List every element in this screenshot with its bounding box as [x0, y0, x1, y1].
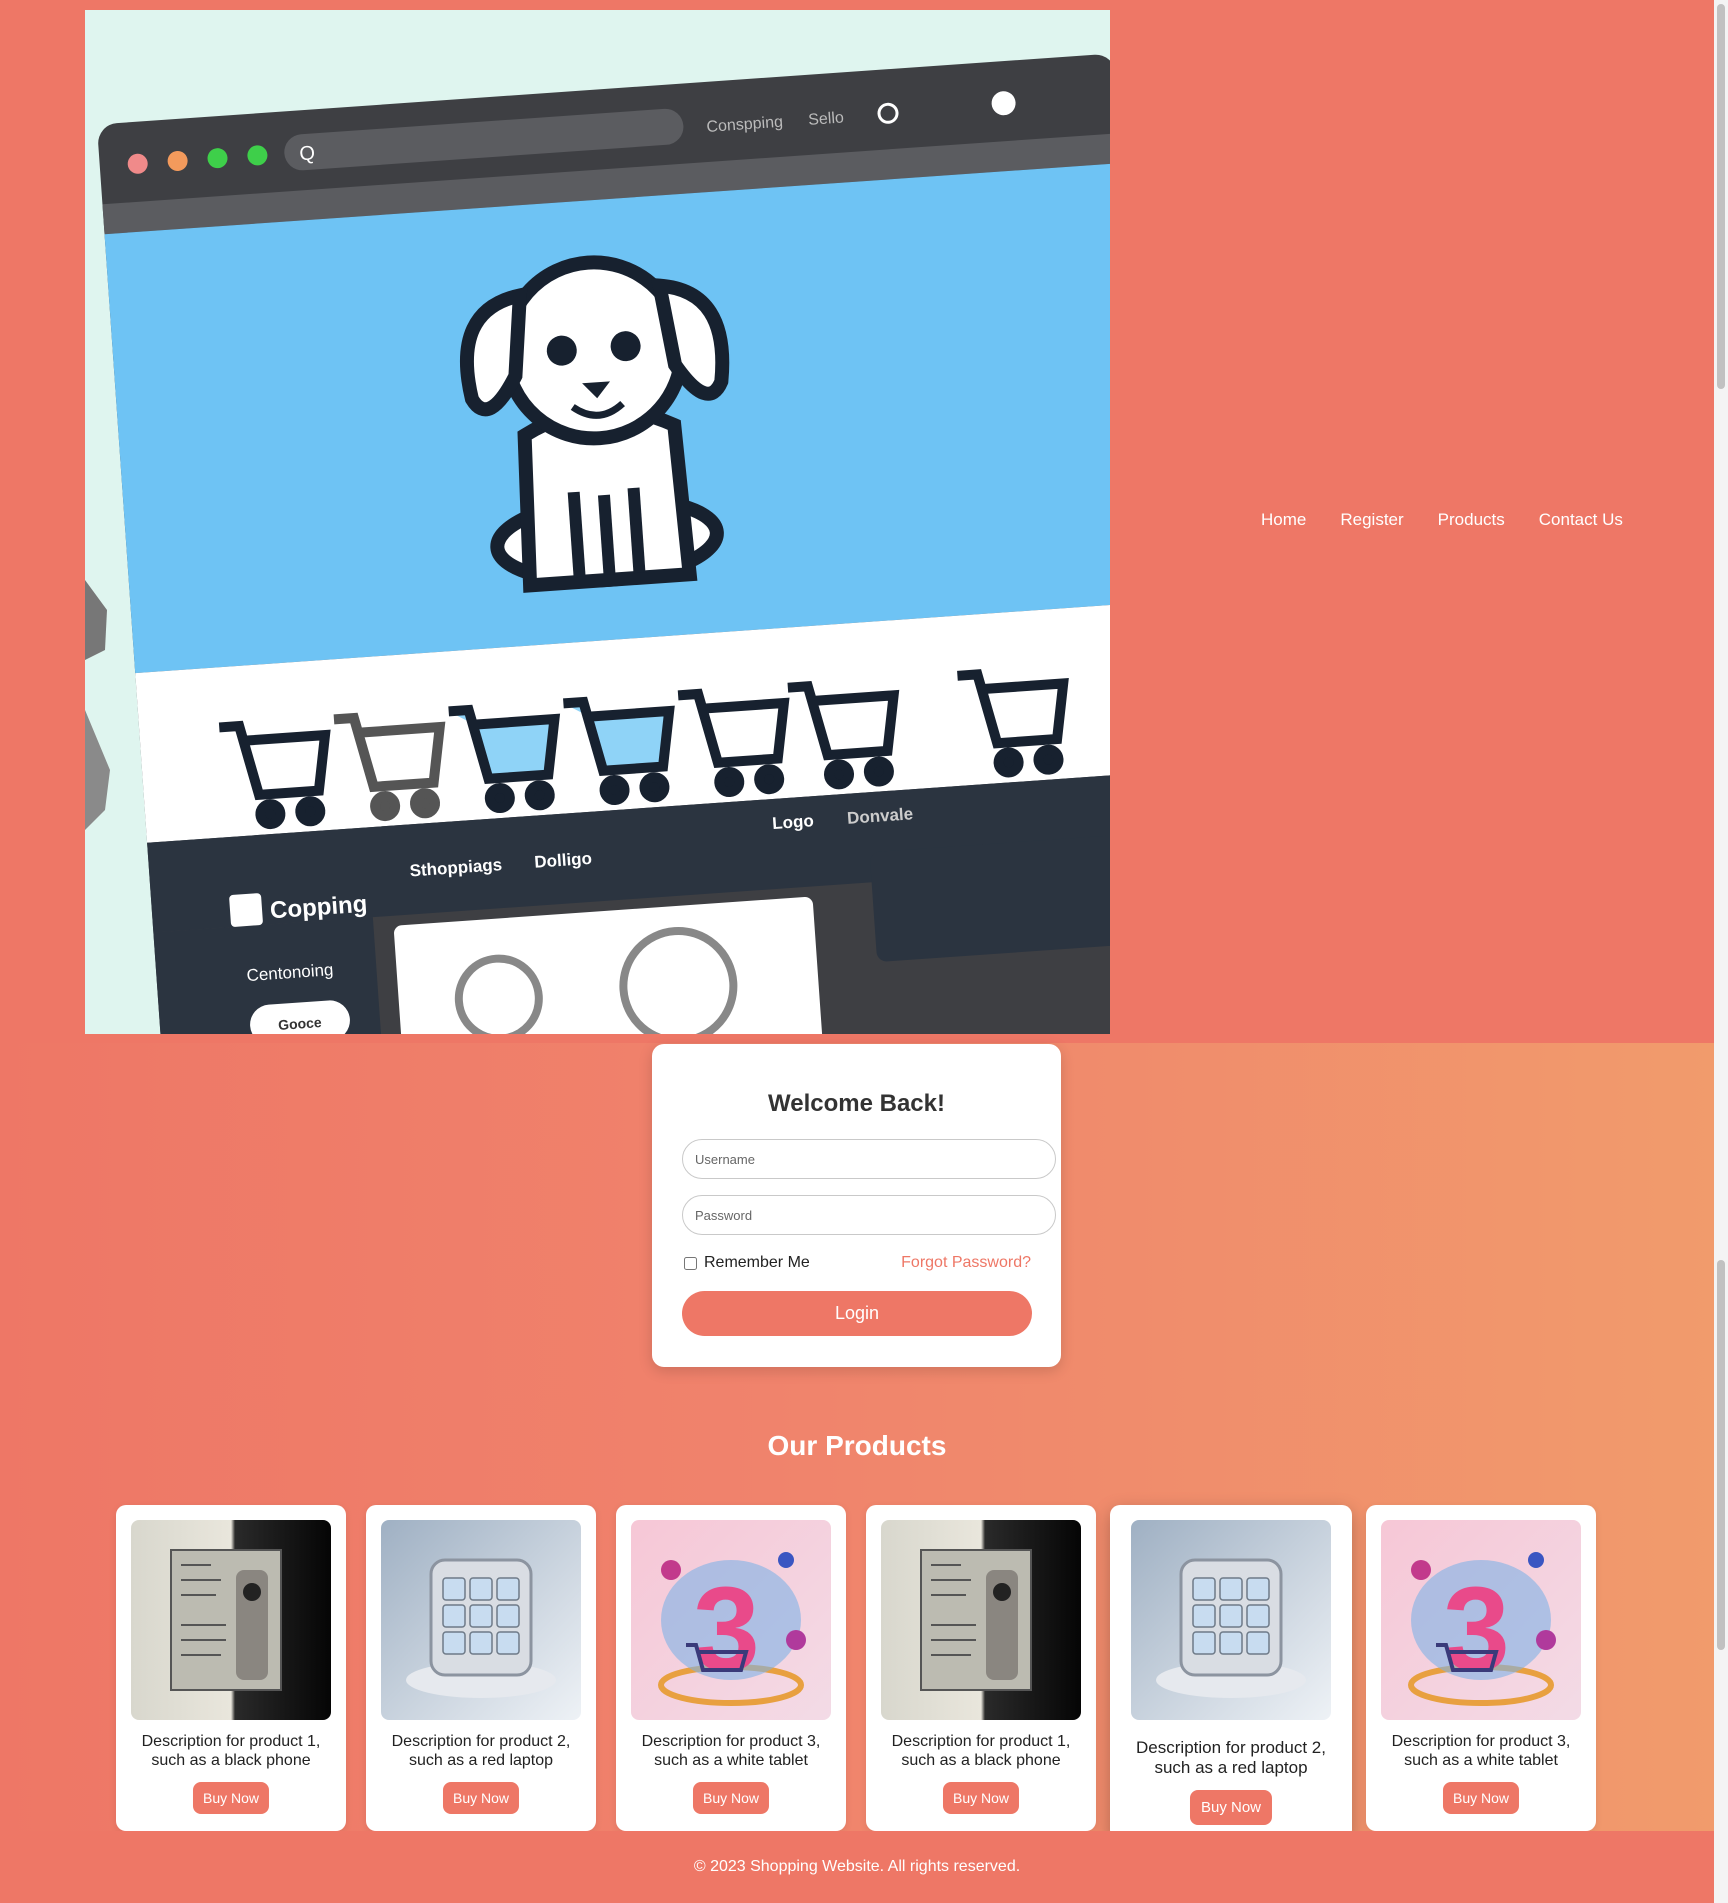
site-footer: © 2023 Shopping Website. All rights rese…: [0, 1831, 1714, 1903]
page-scrollbar[interactable]: [1714, 0, 1728, 1903]
product-description: Description for product 3, such as a whi…: [1391, 1733, 1571, 1769]
product-3-image: 3: [1381, 1520, 1581, 1720]
product-3-image: 3: [631, 1520, 831, 1720]
address-search-glyph: Q: [299, 142, 316, 165]
login-card: Welcome Back! Remember Me Forgot Passwor…: [652, 1044, 1061, 1367]
product-card: Description for product 2, such as a red…: [366, 1505, 596, 1831]
buy-now-button[interactable]: Buy Now: [192, 1782, 270, 1814]
product-1-image: [881, 1520, 1081, 1720]
nav-register-link[interactable]: Register: [1340, 510, 1403, 530]
product-description: Description for product 3, such as a whi…: [641, 1733, 821, 1769]
product-description: Description for product 2, such as a red…: [391, 1733, 571, 1769]
hero-illustration: Q Conspping Sello Sthoppiags Dolligo Log…: [85, 54, 1110, 1034]
products-title: Our Products: [767, 1430, 947, 1461]
buy-now-button[interactable]: Buy Now: [942, 1782, 1020, 1814]
buy-now-button[interactable]: Buy Now: [442, 1782, 520, 1814]
main-nav: Home Register Products Contact Us: [1261, 510, 1623, 530]
hero-logo-check-icon: [229, 893, 263, 927]
username-input[interactable]: [682, 1139, 1056, 1179]
product-description: Description for product 1, such as a bla…: [141, 1733, 321, 1769]
remember-me-checkbox[interactable]: [684, 1256, 697, 1270]
scrollbar-thumb-top[interactable]: [1717, 4, 1725, 389]
product-description: Description for product 1, such as a bla…: [891, 1733, 1071, 1769]
remember-me[interactable]: Remember Me: [684, 1254, 810, 1272]
nav-products-link[interactable]: Products: [1438, 510, 1505, 530]
hero-cart-card: [870, 834, 1110, 962]
product-card: Description for product 1, such as a bla…: [866, 1505, 1096, 1831]
device-edge-2: [85, 710, 110, 830]
hero-image: Q Conspping Sello Sthoppiags Dolligo Log…: [85, 10, 1110, 1034]
site-header: Q Conspping Sello Sthoppiags Dolligo Log…: [0, 0, 1714, 1043]
buy-now-button[interactable]: Buy Now: [1442, 1782, 1520, 1814]
svg-text:3: 3: [693, 1562, 760, 1696]
nav-home-link[interactable]: Home: [1261, 510, 1306, 530]
device-edge: [85, 580, 107, 660]
scrollbar-thumb[interactable]: [1717, 1260, 1725, 1650]
nav-contact-link[interactable]: Contact Us: [1539, 510, 1623, 530]
remember-me-label: Remember Me: [704, 1254, 810, 1271]
forgot-password-link[interactable]: Forgot Password?: [901, 1254, 1031, 1272]
login-title: Welcome Back!: [768, 1090, 945, 1117]
buy-now-button[interactable]: Buy Now: [1189, 1790, 1273, 1825]
product-card: Description for product 2, such as a red…: [1110, 1505, 1352, 1840]
hero-sidebar-button-text: Gooce: [278, 1014, 323, 1033]
product-description: Description for product 2, such as a red…: [1136, 1738, 1326, 1777]
product-2-image: [1131, 1520, 1331, 1720]
buy-now-button[interactable]: Buy Now: [692, 1782, 770, 1814]
svg-text:3: 3: [1443, 1562, 1510, 1696]
product-1-image: [131, 1520, 331, 1720]
hero-nav-text-2: Dolligo: [534, 849, 593, 872]
hero-nav-text-3: Logo: [772, 811, 815, 833]
login-button[interactable]: Login: [682, 1291, 1032, 1336]
product-2-image: [381, 1520, 581, 1720]
product-card: Description for product 1, such as a bla…: [116, 1505, 346, 1831]
password-input[interactable]: [682, 1195, 1056, 1235]
hero-top-link-2: Sello: [808, 109, 845, 128]
product-card: 3 Description for product 3, such as a w…: [616, 1505, 846, 1831]
footer-copyright: © 2023 Shopping Website. All rights rese…: [693, 1858, 1021, 1875]
product-card: 3 Description for product 3, such as a w…: [1366, 1505, 1596, 1831]
